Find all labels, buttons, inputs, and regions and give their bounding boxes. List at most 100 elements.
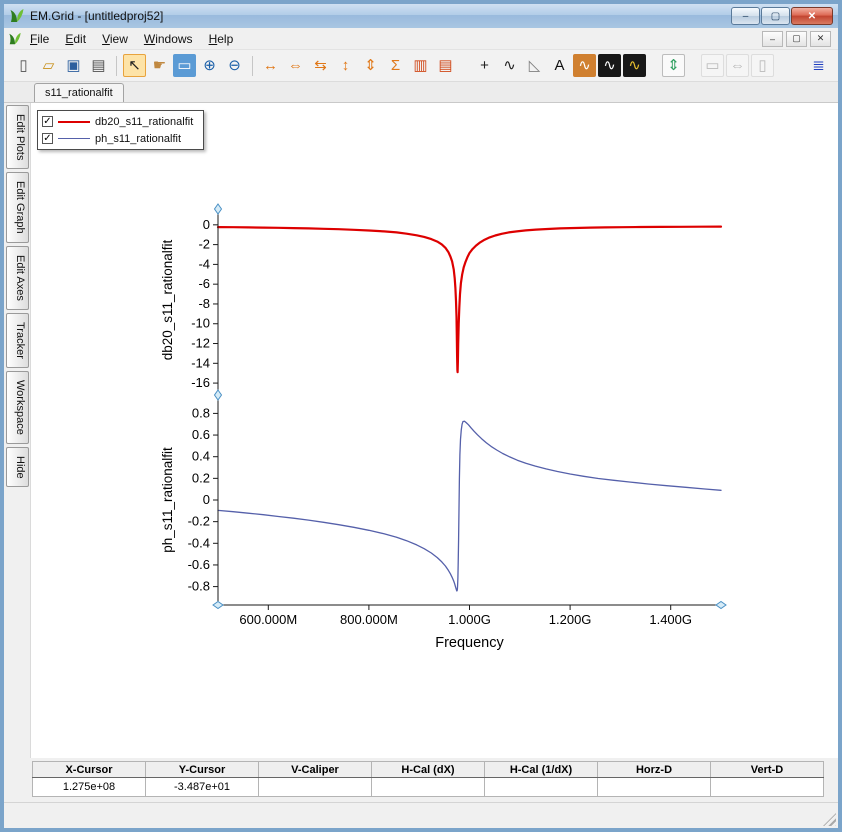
- sidebar-tab-workspace[interactable]: Workspace: [6, 371, 29, 444]
- x-tick-label: 600.000M: [239, 612, 297, 627]
- legend-checkbox[interactable]: ✓: [42, 133, 53, 144]
- arrange-windows-icon[interactable]: ≣: [807, 54, 830, 77]
- legend-item: ✓ ph_s11_rationalfit: [42, 131, 193, 146]
- y-tick-label: -0.2: [188, 514, 210, 529]
- y-tick-label: -14: [191, 355, 210, 370]
- axis-handle-diamond[interactable]: [716, 602, 726, 609]
- legend-item: ✓db20_s11_rationalfit: [42, 114, 193, 129]
- legend-label: ph_s11_rationalfit: [95, 133, 181, 145]
- cursor-table-value-cell: [711, 778, 824, 797]
- horizontal-marker-icon[interactable]: ▤: [434, 54, 457, 77]
- mdi-restore-button[interactable]: ▢: [786, 31, 807, 47]
- frequency-axis-label: Frequency: [435, 635, 504, 651]
- x-tick-label: 1.000G: [448, 612, 491, 627]
- mdi-window-controls: –▢✕: [762, 31, 834, 47]
- resize-grip[interactable]: [823, 813, 836, 826]
- expand-x-axis-icon[interactable]: ⇔: [284, 54, 307, 77]
- cursor-table-value-cell: 1.275e+08: [33, 778, 146, 797]
- plot-pane-db20_s11_rationalfit: 0-2-4-6-8-10-12-14-16db20_s11_rationalfi…: [160, 217, 721, 390]
- sidebar-tab-edit-graph[interactable]: Edit Graph: [6, 172, 29, 243]
- x-tick-label: 1.200G: [549, 612, 592, 627]
- axis-handle-diamond[interactable]: [215, 204, 222, 214]
- mdi-close-button[interactable]: ✕: [810, 31, 831, 47]
- app-window: EM.Grid - [untitledproj52] –▢✕ FileEditV…: [0, 0, 842, 832]
- menu-file[interactable]: File: [22, 29, 57, 49]
- menu-edit[interactable]: Edit: [57, 29, 94, 49]
- pan-x-icon[interactable]: ⇔: [726, 54, 749, 77]
- toolbar-separator: [116, 56, 117, 76]
- y-tick-label: -0.8: [188, 579, 210, 594]
- zoom-in-icon[interactable]: ⊕: [198, 54, 221, 77]
- expand-y-axis-icon[interactable]: ⇕: [359, 54, 382, 77]
- y-tick-label: -2: [198, 237, 210, 252]
- slope-marker-icon[interactable]: ◺: [523, 54, 546, 77]
- x-tick-label: 800.000M: [340, 612, 398, 627]
- sidebar-tab-tracker[interactable]: Tracker: [6, 313, 29, 368]
- menu-help[interactable]: Help: [201, 29, 242, 49]
- cursor-table-value-cell: -3.487e+01: [146, 778, 259, 797]
- y-tick-label: 0: [203, 492, 210, 507]
- legend-checkbox[interactable]: ✓: [42, 116, 53, 127]
- window-title: EM.Grid - [untitledproj52]: [30, 9, 163, 23]
- zoom-region-icon[interactable]: ▭: [173, 54, 196, 77]
- sidebar-tab-hide[interactable]: Hide: [6, 447, 29, 488]
- zoom-extents-icon[interactable]: ▭: [701, 54, 724, 77]
- compress-x-axis-icon[interactable]: ⇆: [309, 54, 332, 77]
- cursor-table-value-cell: [485, 778, 598, 797]
- cursor-table-header-cell: V-Caliper: [259, 762, 372, 778]
- snapshot-icon[interactable]: ▯: [751, 54, 774, 77]
- minimize-button[interactable]: –: [731, 7, 760, 25]
- axis-handle-diamond[interactable]: [213, 602, 223, 609]
- fit-plot-icon[interactable]: ⇕: [662, 54, 685, 77]
- legend-line-sample: [58, 138, 90, 139]
- save-icon[interactable]: ▣: [62, 54, 85, 77]
- content: Edit Plots Edit Graph Edit Axes Tracker Work…: [4, 103, 838, 758]
- sidebar-tab-edit-axes[interactable]: Edit Axes: [6, 246, 29, 310]
- cursor-table-value-cell: [372, 778, 485, 797]
- cursor-table-value-cell: [259, 778, 372, 797]
- axis-handle-diamond[interactable]: [215, 390, 222, 400]
- fit-y-axis-icon[interactable]: ↕: [334, 54, 357, 77]
- x-tick-label: 1.400G: [649, 612, 692, 627]
- toolbar-separator: [252, 56, 253, 76]
- mdi-minimize-button[interactable]: –: [762, 31, 783, 47]
- series-ph_s11_rationalfit: [218, 421, 721, 591]
- autoscale-icon[interactable]: Σ: [384, 54, 407, 77]
- tabbar: s11_rationalfit: [4, 82, 838, 103]
- maximize-button[interactable]: ▢: [761, 7, 790, 25]
- sidebar-tab-edit-plots[interactable]: Edit Plots: [6, 105, 29, 169]
- y-tick-label: 0.4: [192, 449, 210, 464]
- vertical-marker-icon[interactable]: ▥: [409, 54, 432, 77]
- app-icon: [9, 8, 25, 24]
- waveform-plot-icon[interactable]: ∿: [598, 54, 621, 77]
- y-tick-label: -12: [191, 336, 210, 351]
- pan-tool-icon[interactable]: ☛: [148, 54, 171, 77]
- zoom-out-icon[interactable]: ⊖: [223, 54, 246, 77]
- spectrum-plot-icon[interactable]: ∿: [623, 54, 646, 77]
- text-label-icon[interactable]: A: [548, 54, 571, 77]
- sidebar: Edit Plots Edit Graph Edit Axes Tracker Work…: [4, 103, 31, 758]
- select-tool-icon[interactable]: ↖: [123, 54, 146, 77]
- menu-view[interactable]: View: [94, 29, 136, 49]
- plot-region: ✓db20_s11_rationalfit✓ph_s11_rationalfit…: [31, 103, 838, 758]
- open-folder-icon[interactable]: ▱: [37, 54, 60, 77]
- y-tick-label: -0.6: [188, 557, 210, 572]
- menu-items: FileEditViewWindowsHelp: [22, 29, 241, 49]
- add-marker-icon[interactable]: +: [473, 54, 496, 77]
- cursor-table: X-CursorY-CursorV-CaliperH-Cal (dX)H-Cal…: [32, 761, 824, 797]
- print-icon[interactable]: ▤: [87, 54, 110, 77]
- fit-x-axis-icon[interactable]: ↔: [259, 54, 282, 77]
- plot-area[interactable]: 0-2-4-6-8-10-12-14-16db20_s11_rationalfi…: [146, 201, 766, 653]
- toolbar: ▯▱▣▤↖☛▭⊕⊖↔⇔⇆↕⇕Σ▥▤+∿◺A∿∿∿⇕▭⇔▯≣: [4, 50, 838, 82]
- new-document-icon[interactable]: ▯: [12, 54, 35, 77]
- colormap-plot-icon[interactable]: ∿: [573, 54, 596, 77]
- tab-s11-rationalfit[interactable]: s11_rationalfit: [34, 83, 124, 102]
- y-tick-label: -10: [191, 316, 210, 331]
- cursor-table-header-cell: Y-Cursor: [146, 762, 259, 778]
- window-controls: –▢✕: [731, 7, 833, 25]
- titlebar[interactable]: EM.Grid - [untitledproj52] –▢✕: [4, 4, 838, 28]
- menu-windows[interactable]: Windows: [136, 29, 201, 49]
- y-tick-label: 0.2: [192, 470, 210, 485]
- close-button[interactable]: ✕: [791, 7, 833, 25]
- tracker-axes-icon[interactable]: ∿: [498, 54, 521, 77]
